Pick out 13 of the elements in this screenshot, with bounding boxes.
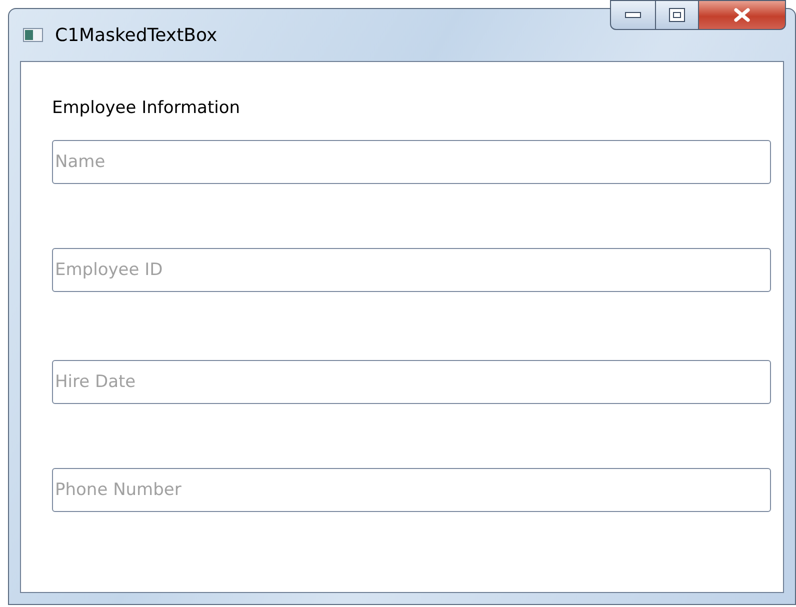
close-icon (733, 8, 751, 22)
minimize-button[interactable] (610, 0, 656, 30)
maximize-icon (669, 8, 685, 22)
app-icon (23, 28, 43, 42)
input-field[interactable]: Phone Number (52, 468, 771, 512)
section-heading: Employee Information (52, 98, 242, 118)
close-button[interactable] (699, 0, 786, 30)
input-field[interactable]: Name (52, 140, 771, 184)
input-field[interactable]: Hire Date (52, 360, 771, 404)
input-field[interactable]: Employee ID (52, 248, 771, 292)
maximize-button[interactable] (656, 0, 699, 30)
minimize-icon (625, 12, 641, 18)
window-title: C1MaskedTextBox (55, 24, 218, 46)
